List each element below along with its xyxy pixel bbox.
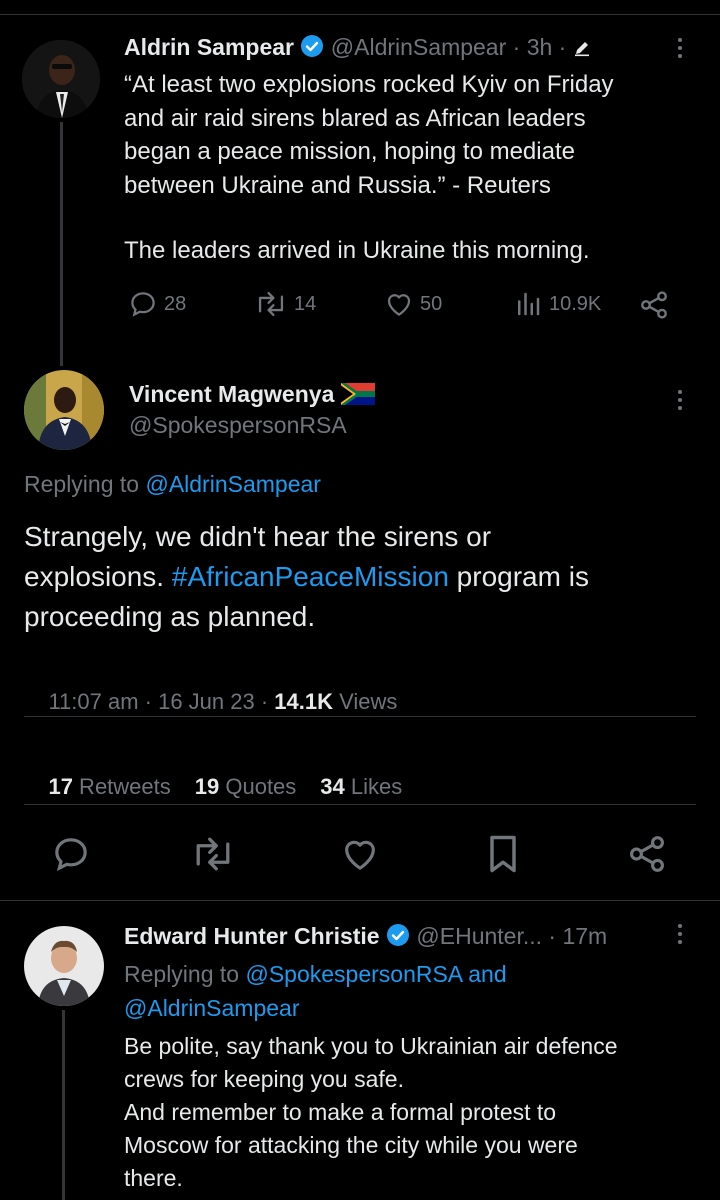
handle[interactable]: @SpokespersonRSA xyxy=(129,412,347,439)
tweet-header: Vincent Magwenya xyxy=(129,381,375,408)
likes-stat[interactable]: 34 Likes xyxy=(320,774,402,799)
bookmark-icon xyxy=(490,835,516,873)
hashtag-link[interactable]: #AfricanPeaceMission xyxy=(172,561,449,592)
tweet-text-paragraph: The leaders arrived in Ukraine this morn… xyxy=(124,237,590,264)
bookmark-button[interactable] xyxy=(484,832,522,881)
quotes-count: 19 xyxy=(194,774,220,799)
avatar-vincent[interactable] xyxy=(24,370,104,450)
divider xyxy=(24,716,696,717)
likes-label: Likes xyxy=(344,774,403,799)
replying-to-label: Replying to xyxy=(24,471,140,497)
tweet-text: Strangely, we didn't hear the sirens or … xyxy=(24,517,589,637)
retweet-count: 14 xyxy=(294,292,317,315)
thread-line xyxy=(62,1010,65,1200)
tweet-timestamp[interactable]: 11:07 am · 16 Jun 23 · xyxy=(48,689,274,714)
views-count: 14.1K xyxy=(274,689,334,714)
retweets-count: 17 xyxy=(48,774,73,799)
tweet-meta: 11:07 am · 16 Jun 23 · 14.1K Views xyxy=(24,663,397,741)
heart-icon xyxy=(345,840,375,870)
retweet-button[interactable]: 14 xyxy=(254,289,316,319)
tweet-text-line: Strangely, we didn't hear the sirens or xyxy=(24,521,492,552)
replying-to-label: Replying to xyxy=(124,961,240,987)
tweet-text-line: proceeding as planned. xyxy=(24,601,316,632)
mention-link[interactable]: @AldrinSampear xyxy=(145,471,320,497)
avatar-edward[interactable] xyxy=(24,926,104,1006)
tweet-header: Aldrin Sampear @AldrinSampear · 3h · xyxy=(124,34,591,61)
reply-icon xyxy=(55,838,87,872)
retweets-stat[interactable]: 17 Retweets xyxy=(48,774,170,799)
south-africa-flag-icon xyxy=(340,383,375,405)
avatar-aldrin[interactable] xyxy=(22,40,100,118)
like-button[interactable] xyxy=(339,834,381,879)
more-options-icon[interactable] xyxy=(675,38,685,58)
tweet-text-line: crews for keeping you safe. xyxy=(124,1066,404,1092)
tweet-text-fragment: explosions. xyxy=(24,561,172,592)
tweet-text: Be polite, say thank you to Ukrainian ai… xyxy=(124,1030,618,1195)
views-bar-chart-icon xyxy=(518,292,540,316)
tweet-text-line: explosions. #AfricanPeaceMission program… xyxy=(24,557,589,597)
verified-badge-icon xyxy=(387,924,409,946)
more-options-icon[interactable] xyxy=(675,390,685,410)
handle[interactable]: @EHunter... xyxy=(416,923,542,949)
thread-line xyxy=(60,122,63,366)
tweet-text-line: Moscow for attacking the city while you … xyxy=(124,1132,578,1158)
tweet-header: Edward Hunter Christie @EHunter... · 17m xyxy=(124,923,607,950)
replying-to: Replying to @SpokespersonRSA and @Aldrin… xyxy=(124,957,507,1025)
tweet-text-line: there. xyxy=(124,1165,183,1191)
retweet-button[interactable] xyxy=(190,834,236,879)
person-avatar-icon xyxy=(22,40,100,118)
replying-to: Replying to @AldrinSampear xyxy=(24,471,321,498)
tweet-text-fragment: program is xyxy=(448,561,589,592)
divider xyxy=(24,804,696,805)
share-button[interactable] xyxy=(626,832,668,881)
reply-button[interactable] xyxy=(50,834,92,879)
edited-pencil-icon xyxy=(574,42,589,57)
share-icon xyxy=(630,836,664,872)
person-avatar-icon xyxy=(24,926,104,1006)
top-divider xyxy=(0,14,720,15)
quotes-label: Quotes xyxy=(219,774,297,799)
tweet-text-line: began a peace mission, hoping to mediate xyxy=(124,138,575,165)
reply-count: 28 xyxy=(164,292,187,315)
share-button[interactable] xyxy=(638,289,670,326)
tweet-text-line: and air raid sirens blared as African le… xyxy=(124,104,586,132)
handle[interactable]: @AldrinSampear xyxy=(331,34,506,60)
verified-badge-icon xyxy=(301,35,324,57)
reply-button[interactable]: 28 xyxy=(128,289,186,319)
mention-link[interactable]: @AldrinSampear xyxy=(124,991,507,1025)
like-count: 50 xyxy=(420,292,443,315)
more-options-icon[interactable] xyxy=(675,924,685,944)
tweet-text-line: Be polite, say thank you to Ukrainian ai… xyxy=(124,1033,618,1059)
person-avatar-icon xyxy=(24,370,104,450)
tweet-text-line: “At least two explosions rocked Kyiv on … xyxy=(124,71,614,98)
view-count: 10.9K xyxy=(549,292,602,315)
engagement-stats: 17 Retweets 19 Quotes 34 Likes xyxy=(24,748,402,826)
like-button[interactable]: 50 xyxy=(384,289,442,319)
views-button[interactable]: 10.9K xyxy=(513,289,601,319)
timestamp[interactable]: · 3h · xyxy=(513,34,567,60)
reply-icon xyxy=(131,292,155,317)
display-name[interactable]: Vincent Magwenya xyxy=(129,381,334,407)
retweet-icon xyxy=(258,291,284,317)
tweet-text-line: And remember to make a formal protest to xyxy=(124,1099,557,1125)
retweets-label: Retweets xyxy=(72,774,171,799)
display-name[interactable]: Edward Hunter Christie xyxy=(124,923,380,949)
mention-link[interactable]: @SpokespersonRSA and xyxy=(245,961,506,987)
divider xyxy=(0,900,720,901)
timestamp[interactable]: · 17m xyxy=(548,923,607,949)
views-label: Views xyxy=(333,689,398,714)
quotes-stat[interactable]: 19 Quotes xyxy=(195,774,297,799)
display-name[interactable]: Aldrin Sampear xyxy=(124,34,294,60)
tweet-text: “At least two explosions rocked Kyiv on … xyxy=(124,68,614,202)
retweet-icon xyxy=(196,837,230,871)
tweet-text-line: between Ukraine and Russia.” - Reuters xyxy=(124,171,551,199)
share-icon xyxy=(641,291,667,319)
heart-icon xyxy=(387,294,411,316)
likes-count: 34 xyxy=(320,774,345,799)
